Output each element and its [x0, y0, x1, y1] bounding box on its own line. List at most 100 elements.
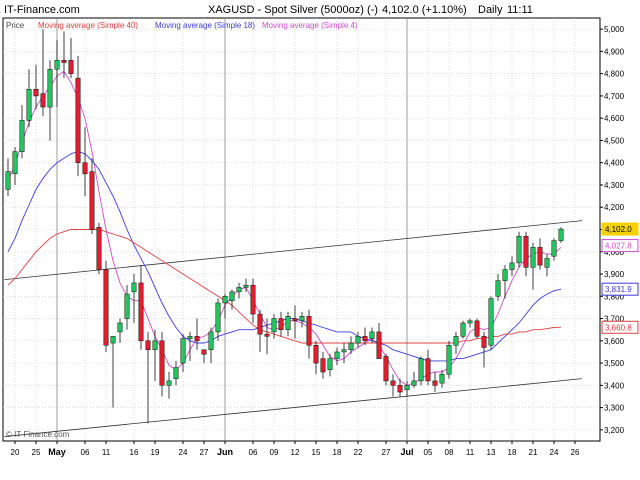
candle-body-down — [257, 313, 263, 335]
x-tick-label: 24 — [179, 448, 188, 457]
x-tick-label: 22 — [354, 448, 363, 457]
x-tick-label: 16 — [130, 448, 139, 457]
candle-body-up — [460, 322, 466, 337]
candle-body-down — [40, 93, 46, 108]
price-chart[interactable]: IT-Finance.com XAGUSD - Spot Silver (500… — [0, 0, 640, 480]
candle-body-down — [383, 356, 389, 382]
candle-body-down — [145, 340, 151, 350]
period-label: Daily — [478, 4, 503, 16]
candle-body-down — [523, 235, 529, 268]
candle-body-down — [68, 60, 74, 74]
candle-body-up — [348, 342, 354, 350]
legend-ma40: Moving average (Simple 40) — [38, 21, 138, 30]
last-price-change: 4,102.0 (+1.10%) — [382, 4, 467, 16]
x-tick-label: 27 — [382, 448, 391, 457]
candle-body-up — [488, 298, 494, 346]
last-value-label-price: 4,102.0 — [605, 225, 632, 234]
y-tick-label: 3,400 — [604, 381, 625, 390]
candle-body-down — [481, 336, 487, 348]
candle-body-up — [19, 120, 25, 152]
x-tick-label: May — [48, 447, 66, 457]
candle-body-up — [229, 291, 235, 301]
y-tick-label: 4,500 — [604, 136, 625, 145]
candle-body-up — [236, 287, 242, 293]
x-tick-label: Jul — [400, 447, 413, 457]
watermark: © IT-Finance.com — [6, 430, 70, 439]
candle-body-up — [215, 302, 221, 333]
candle-body-down — [390, 380, 396, 386]
candle-body-up — [558, 228, 564, 241]
candle-body-down — [82, 162, 88, 175]
candle-body-down — [264, 333, 270, 337]
y-tick-label: 3,900 — [604, 270, 625, 279]
x-tick-label: 06 — [249, 448, 258, 457]
candle — [446, 340, 452, 379]
candle-body-down — [432, 380, 438, 386]
clock-time: 11:11 — [507, 4, 533, 16]
candle — [488, 296, 494, 350]
candle-body-up — [124, 293, 130, 319]
candle-body-down — [313, 345, 319, 364]
x-tick-label: 19 — [151, 448, 160, 457]
y-tick-label: 4,600 — [604, 114, 625, 123]
candle-body-up — [467, 320, 473, 324]
candle-body-down — [138, 282, 144, 342]
candle-body-down — [306, 316, 312, 346]
candle-body-up — [404, 385, 410, 391]
candle-body-up — [180, 338, 186, 364]
candle — [96, 222, 102, 275]
candle — [516, 231, 522, 268]
candle-body-up — [369, 331, 375, 339]
candle-body-up — [334, 351, 340, 359]
candle-body-up — [418, 358, 424, 382]
last-value-label-ma18: 3,831.9 — [605, 285, 632, 294]
legend-ma18: Moving average (Simple 18) — [155, 21, 255, 30]
y-tick-label: 4,700 — [604, 92, 625, 101]
candle-body-down — [194, 336, 200, 342]
x-tick-label: 09 — [270, 448, 279, 457]
candle-body-up — [47, 68, 53, 108]
x-tick-label: 24 — [550, 448, 559, 457]
x-tick-label: 27 — [200, 448, 209, 457]
candle-body-down — [89, 171, 95, 230]
x-tick-label: 13 — [487, 448, 496, 457]
last-value-label-ma4: 4,027.8 — [605, 242, 632, 251]
candle-body-down — [96, 227, 102, 270]
candle-body-up — [516, 235, 522, 264]
x-tick-label: 11 — [102, 448, 111, 457]
candle — [474, 318, 480, 339]
legend: Price Moving average (Simple 40) Moving … — [6, 21, 358, 30]
candle — [460, 320, 466, 339]
candle-body-up — [502, 269, 508, 281]
candle — [103, 260, 109, 352]
candle-body-up — [327, 358, 333, 371]
y-tick-label: 4,400 — [604, 159, 625, 168]
candle-body-down — [250, 284, 256, 315]
x-tick-label: 26 — [571, 448, 580, 457]
candle-body-up — [530, 247, 536, 268]
x-tick-label: 11 — [466, 448, 475, 457]
y-tick-label: 3,600 — [604, 337, 625, 346]
candle-body-up — [453, 336, 459, 346]
candle-body-up — [166, 380, 172, 386]
candle-body-up — [5, 171, 11, 190]
candle-body-up — [355, 336, 361, 344]
candle-body-up — [544, 258, 550, 268]
x-tick-label: 15 — [312, 448, 321, 457]
candle-body-up — [285, 316, 291, 330]
candle — [558, 227, 564, 243]
candle-body-down — [201, 349, 207, 355]
x-tick-label: 05 — [424, 448, 433, 457]
y-tick-label: 3,300 — [604, 404, 625, 413]
candle-body-up — [509, 262, 515, 270]
candle-body-up — [551, 240, 557, 257]
candle-body-down — [33, 88, 39, 97]
candle-body-down — [320, 358, 326, 373]
legend-ma4: Moving average (Simple 4) — [262, 21, 358, 30]
candle-body-up — [131, 282, 137, 293]
candle-body-up — [208, 331, 214, 350]
y-tick-label: 4,200 — [604, 203, 625, 212]
y-tick-label: 4,900 — [604, 47, 625, 56]
candle-body-up — [299, 316, 305, 322]
candle-body-up — [26, 88, 32, 121]
